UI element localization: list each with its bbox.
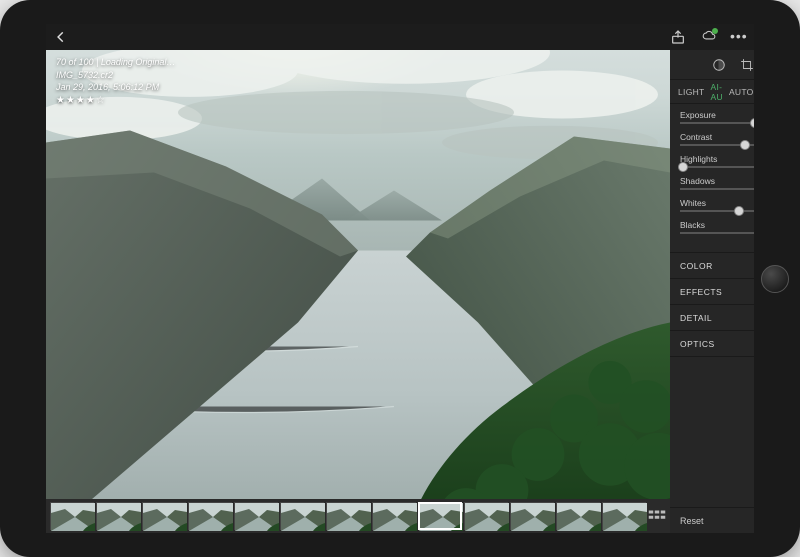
filmstrip-thumb[interactable] — [372, 502, 416, 530]
filmstrip-show-all-icon[interactable] — [648, 509, 666, 523]
filmstrip-thumb[interactable] — [234, 502, 278, 530]
topbar-actions: ••• — [670, 29, 746, 45]
rating-stars[interactable]: ★★★★☆ — [56, 94, 175, 108]
slider-label: Shadows — [680, 176, 715, 186]
panel-footer: Reset — [670, 507, 754, 533]
panel-top-icons — [670, 50, 754, 80]
photo-viewport[interactable]: 70 of 100 | Loading Original… IMG_5732.c… — [46, 50, 670, 499]
reset-button[interactable]: Reset — [680, 516, 704, 526]
slider-knob[interactable] — [734, 206, 744, 216]
tablet-frame: ••• — [0, 0, 800, 557]
slider-whites: Whites-10.00 — [680, 198, 754, 212]
section-color[interactable]: COLOR◂ — [670, 253, 754, 279]
right-column: LIGHT AI-AU AUTO CURVE ◂ Exposure0.65 Con… — [670, 50, 754, 533]
slider-highlights: Highlights-100.00 — [680, 154, 754, 168]
slider-track[interactable] — [680, 232, 754, 234]
share-icon[interactable] — [670, 29, 686, 45]
filmstrip-thumb[interactable] — [50, 502, 94, 530]
section-label: DETAIL — [680, 313, 712, 323]
slider-contrast: Contrast0.00 — [680, 132, 754, 146]
tab-auto[interactable]: AUTO — [729, 87, 754, 97]
canvas-area: 70 of 100 | Loading Original… IMG_5732.c… — [46, 50, 670, 533]
tab-light[interactable]: LIGHT — [678, 87, 705, 97]
light-sliders: Exposure0.65 Contrast0.00 Highlights-100.0… — [670, 104, 754, 253]
slider-label: Exposure — [680, 110, 716, 120]
slider-knob[interactable] — [740, 140, 750, 150]
more-icon[interactable]: ••• — [730, 29, 746, 45]
photo-overlay-info: 70 of 100 | Loading Original… IMG_5732.c… — [56, 56, 175, 108]
tab-aiau[interactable]: AI-AU — [711, 82, 723, 102]
edit-panel: LIGHT AI-AU AUTO CURVE ◂ Exposure0.65 Con… — [670, 50, 754, 533]
back-button[interactable] — [54, 30, 72, 44]
datetime-text: Jan 29, 2016, 5:06:12 PM — [56, 81, 175, 94]
slider-track[interactable] — [680, 122, 754, 124]
section-label: EFFECTS — [680, 287, 722, 297]
filmstrip-thumb[interactable] — [418, 502, 462, 530]
slider-track[interactable] — [680, 166, 754, 168]
filmstrip-thumb[interactable] — [96, 502, 140, 530]
collapsed-sections: COLOR◂EFFECTS◂DETAIL◂OPTICS◂ — [670, 253, 754, 357]
cloud-sync-icon[interactable] — [700, 29, 716, 45]
counter-text: 70 of 100 | Loading Original… — [56, 56, 175, 69]
slider-track[interactable] — [680, 144, 754, 146]
filmstrip[interactable] — [46, 499, 670, 533]
main-area: 70 of 100 | Loading Original… IMG_5732.c… — [46, 50, 754, 533]
slider-label: Contrast — [680, 132, 712, 142]
home-button[interactable] — [761, 265, 789, 293]
section-detail[interactable]: DETAIL◂ — [670, 305, 754, 331]
top-bar: ••• — [46, 24, 754, 50]
app-screen: ••• — [46, 24, 754, 533]
slider-knob[interactable] — [750, 118, 754, 128]
sync-status-dot — [712, 28, 718, 34]
filmstrip-thumb[interactable] — [510, 502, 554, 530]
section-label: OPTICS — [680, 339, 715, 349]
filmstrip-thumb[interactable] — [556, 502, 600, 530]
filmstrip-thumb[interactable] — [602, 502, 646, 530]
filmstrip-thumb[interactable] — [464, 502, 508, 530]
panel-tabs: LIGHT AI-AU AUTO CURVE ◂ — [670, 80, 754, 104]
filmstrip-thumb[interactable] — [188, 502, 232, 530]
crop-icon[interactable] — [740, 58, 754, 72]
slider-label: Whites — [680, 198, 706, 208]
filmstrip-thumb[interactable] — [280, 502, 324, 530]
filmstrip-thumb[interactable] — [142, 502, 186, 530]
slider-track[interactable] — [680, 210, 754, 212]
section-optics[interactable]: OPTICS◂ — [670, 331, 754, 357]
filename-text: IMG_5732.cr2 — [56, 69, 175, 82]
slider-shadows: Shadows49.00 — [680, 176, 754, 190]
slider-blacks: Blacks25.00 — [680, 220, 754, 234]
section-effects[interactable]: EFFECTS◂ — [670, 279, 754, 305]
histogram-icon[interactable] — [712, 58, 726, 72]
slider-track[interactable] — [680, 188, 754, 190]
filmstrip-thumb[interactable] — [326, 502, 370, 530]
slider-exposure: Exposure0.65 — [680, 110, 754, 124]
photo-image — [46, 50, 670, 499]
slider-label: Blacks — [680, 220, 705, 230]
slider-knob[interactable] — [678, 162, 688, 172]
section-label: COLOR — [680, 261, 713, 271]
